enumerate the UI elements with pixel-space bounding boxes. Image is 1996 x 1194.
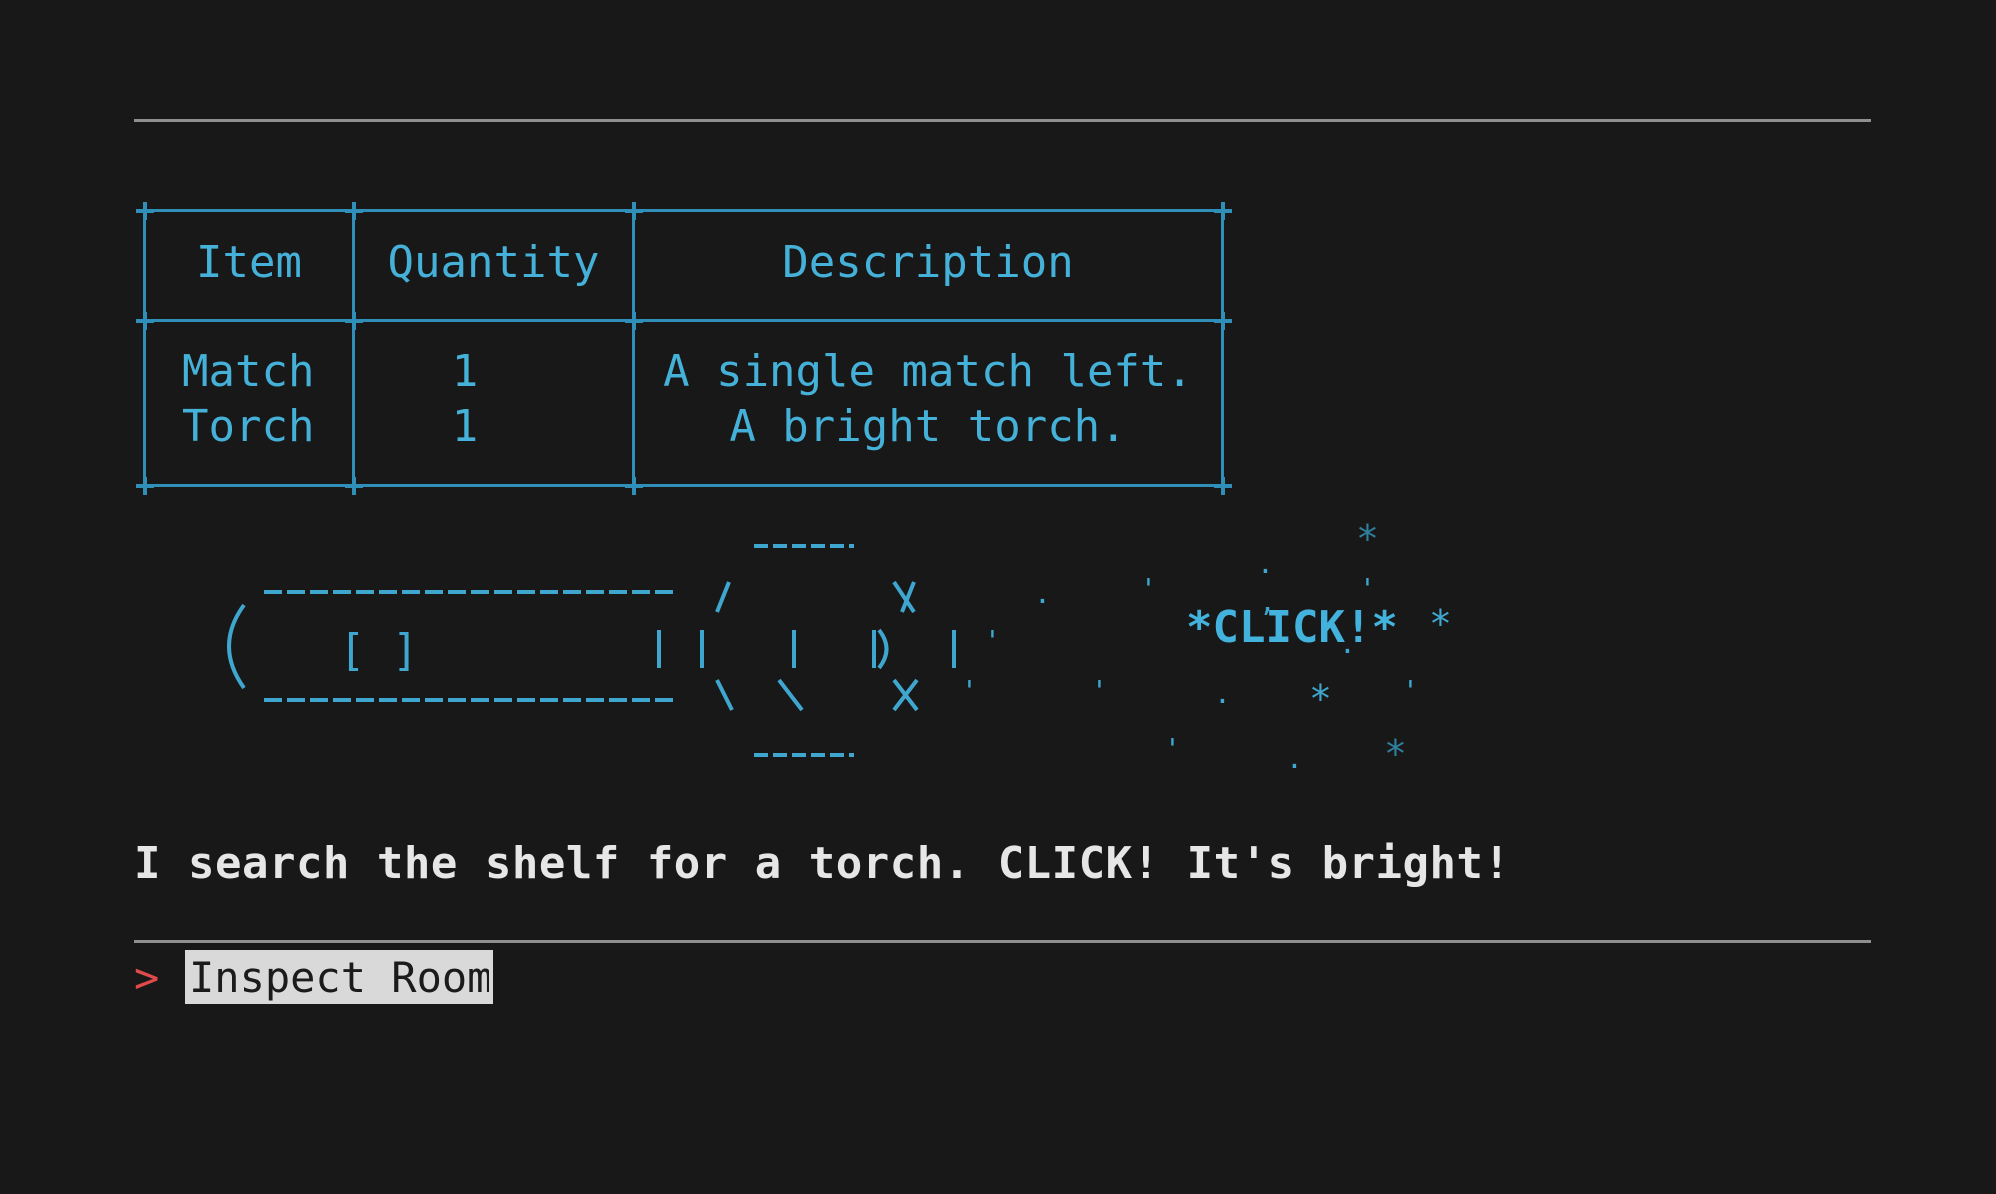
table-border-right <box>1221 209 1224 487</box>
table-header-item: Item <box>196 237 302 288</box>
sparkle-icon: . <box>1339 627 1356 660</box>
sparkle-icon: ' <box>1091 674 1108 707</box>
handle-text: [ ] <box>339 625 418 676</box>
sparkle-icon: ' <box>961 674 978 707</box>
prompt-chevron-icon: > <box>134 952 160 1002</box>
sparkle-icon: , <box>1259 585 1276 618</box>
table-cell-item: Torch <box>182 401 315 452</box>
table-joint <box>625 312 643 330</box>
sparkle-icon: ' <box>1140 572 1157 605</box>
bottom-divider <box>134 940 1871 943</box>
table-cell-item: Match <box>182 346 315 397</box>
table-cell-quantity: 1 <box>451 401 479 452</box>
sparkle-icon: ' <box>1164 732 1181 765</box>
sparkle-icon: . <box>1034 577 1051 610</box>
sparkle-icon: . <box>1286 742 1303 775</box>
command-input[interactable] <box>185 950 493 1004</box>
inventory-table: Item Quantity Description Match 1 A sing… <box>134 195 1234 495</box>
table-joint <box>1214 477 1232 495</box>
table-border-bottom <box>143 484 1224 487</box>
table-border-top <box>143 209 1224 212</box>
table-joint <box>1214 312 1232 330</box>
sparkle-icon: * <box>1356 517 1379 561</box>
torch-ascii-art: [ ] *CLICK!* * * * * . . . . . ' ' , ' '… <box>134 510 1514 780</box>
sparkle-icon: * <box>1429 602 1452 646</box>
narration-text: I search the shelf for a torch. CLICK! I… <box>134 838 1511 889</box>
table-header-description: Description <box>782 237 1074 288</box>
sparkle-icon: ' <box>1402 674 1419 707</box>
sparkle-icon: * <box>1384 732 1407 776</box>
sparkle-icon: ' <box>984 624 1001 657</box>
table-cell-description: A single match left. <box>663 346 1193 397</box>
sparkle-icon: * <box>1309 677 1332 721</box>
top-divider <box>134 119 1871 122</box>
table-border-header <box>143 319 1224 322</box>
sparkle-icon: ' <box>1359 572 1376 605</box>
command-prompt: > <box>134 950 493 1004</box>
table-joint <box>345 477 363 495</box>
table-joint <box>345 202 363 220</box>
table-joint <box>625 202 643 220</box>
table-joint <box>136 312 154 330</box>
table-joint <box>136 202 154 220</box>
table-joint <box>136 477 154 495</box>
table-cell-quantity: 1 <box>451 346 479 397</box>
table-joint <box>1214 202 1232 220</box>
sparkle-icon: . <box>1257 547 1274 580</box>
table-cell-description: A bright torch. <box>729 401 1127 452</box>
table-joint <box>625 477 643 495</box>
table-header-quantity: Quantity <box>387 237 600 288</box>
click-sound-effect: *CLICK!* <box>1186 602 1398 653</box>
sparkle-icon: . <box>1214 677 1231 710</box>
table-joint <box>345 312 363 330</box>
